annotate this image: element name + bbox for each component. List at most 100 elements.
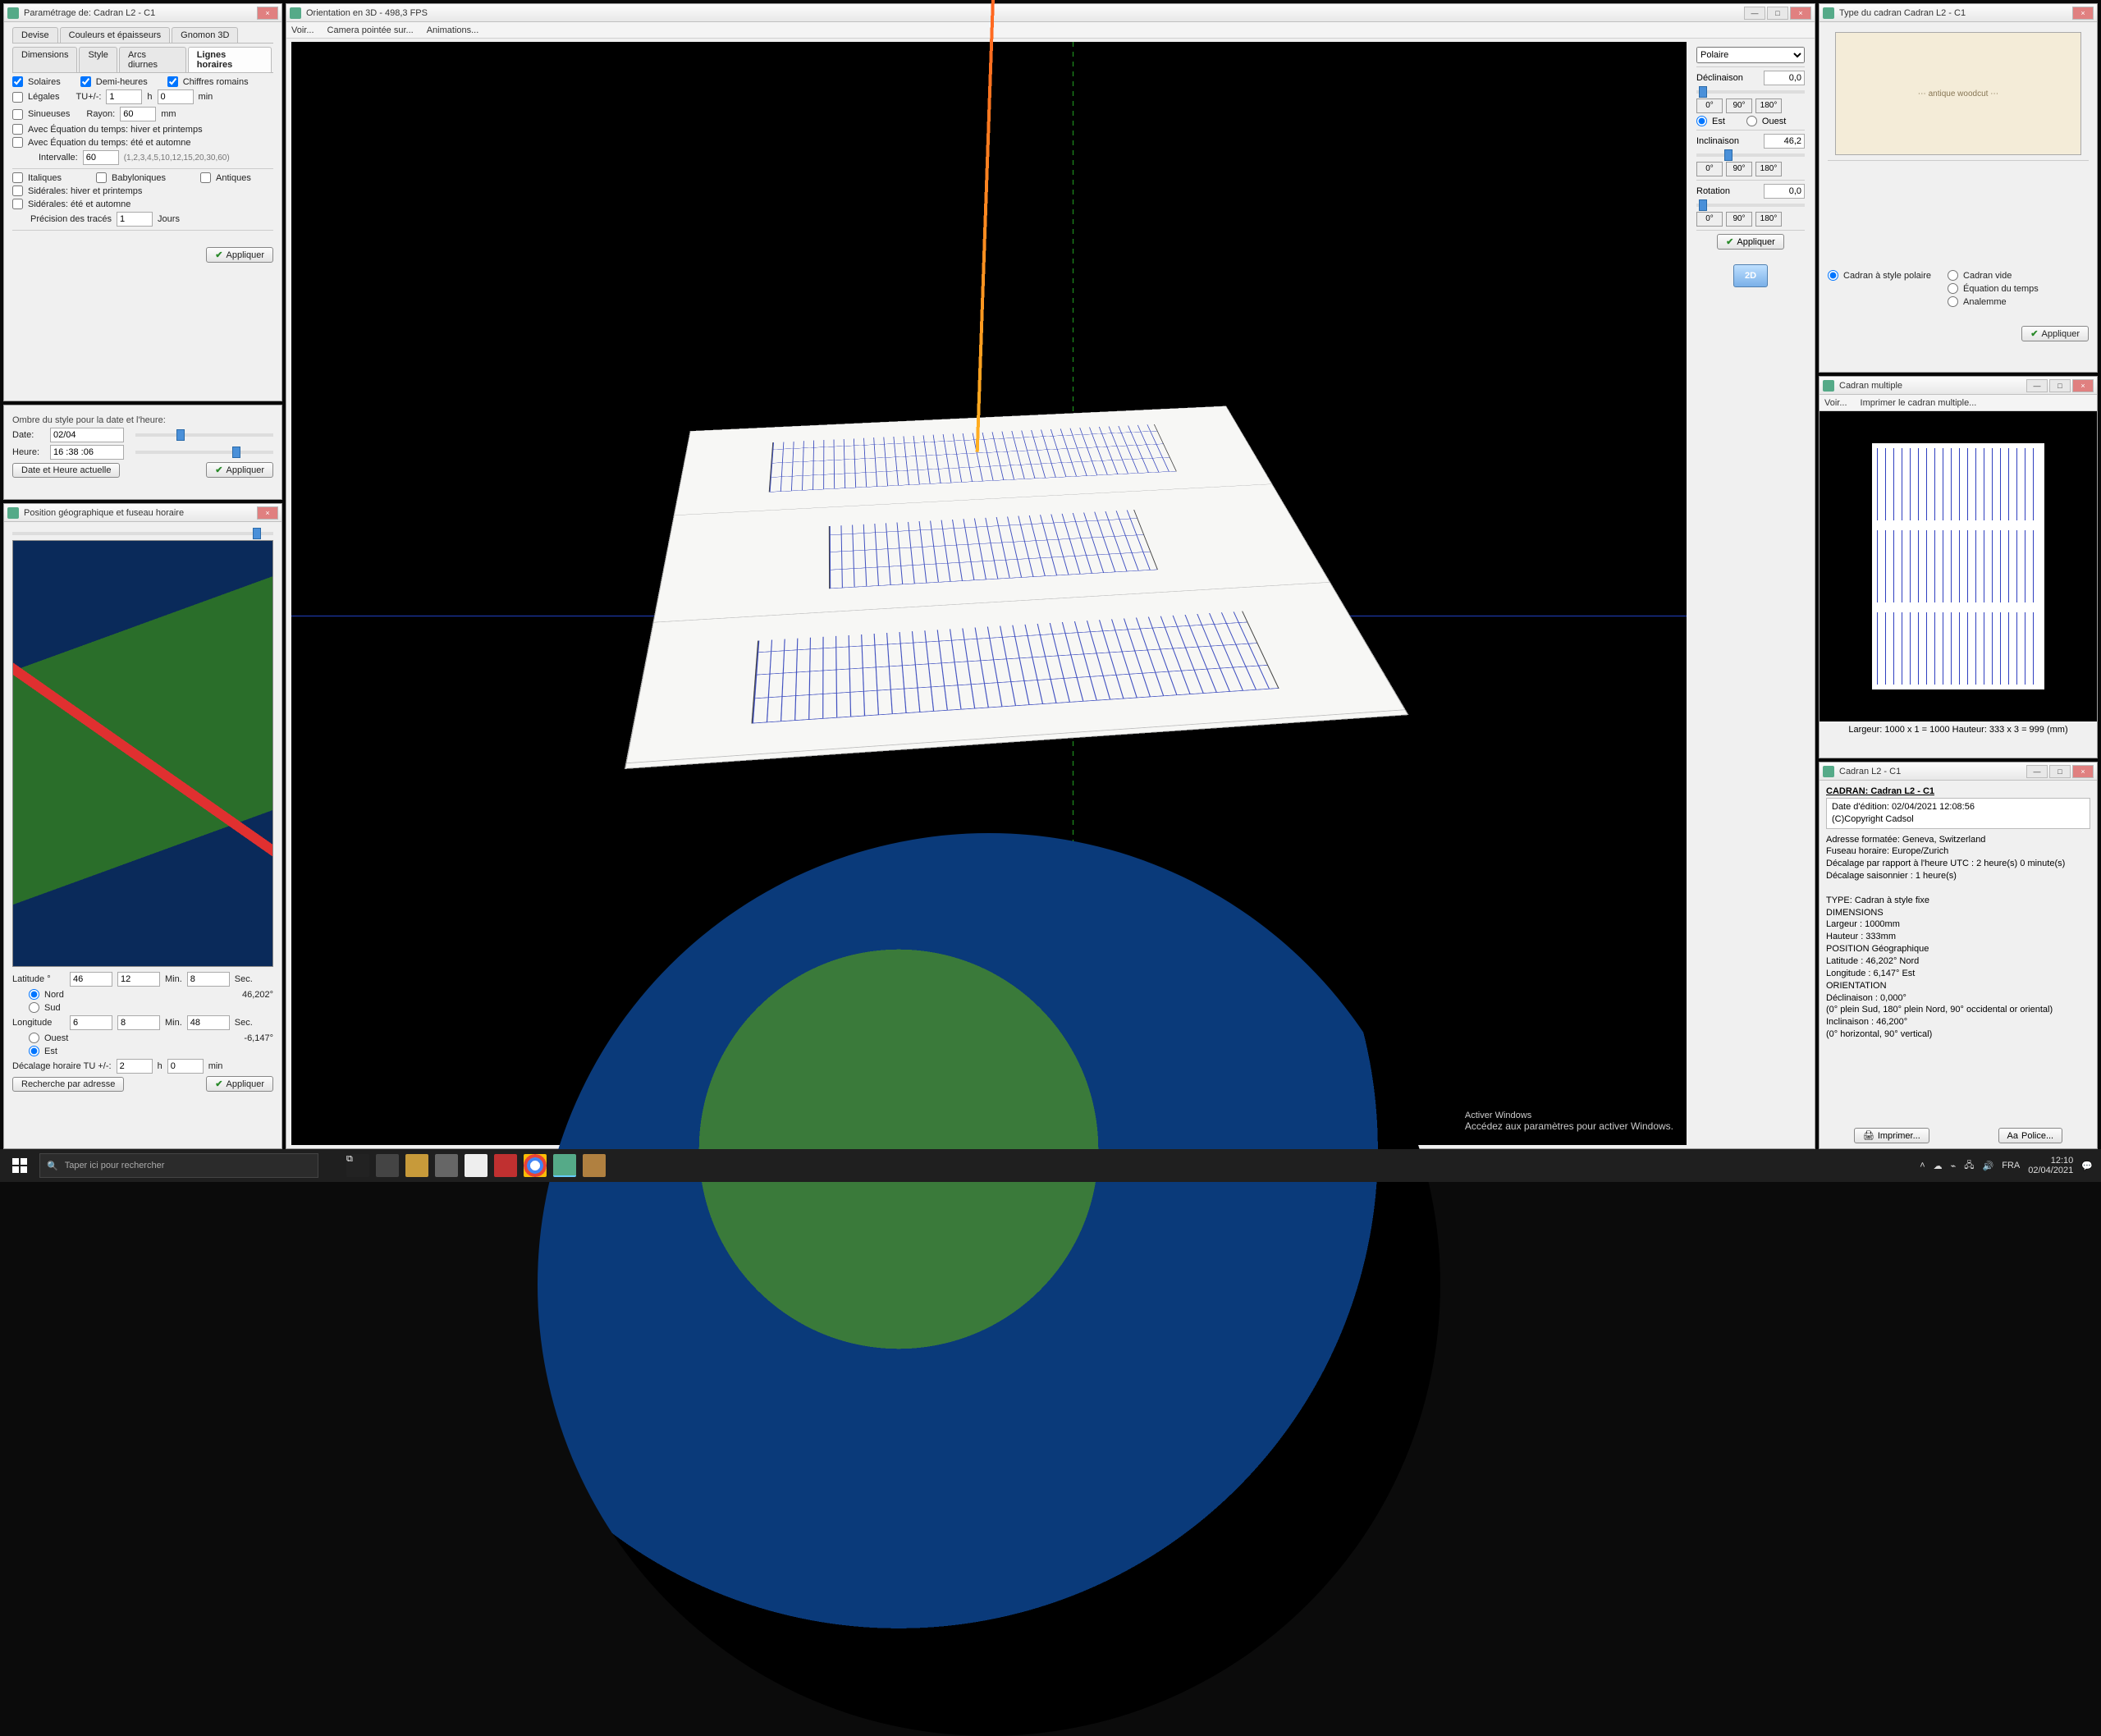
input-lon-d[interactable]	[70, 1015, 112, 1030]
radio-analemme[interactable]	[1948, 296, 1958, 307]
tab-arcs[interactable]: Arcs diurnes	[119, 47, 186, 72]
system-tray[interactable]: ˄ ☁ ⌁ 🖧 🔊 FRA 12:10 02/04/2021 💬	[1911, 1156, 2101, 1175]
close-icon[interactable]: ×	[257, 506, 278, 520]
btn-date-now[interactable]: Date et Heure actuelle	[12, 463, 120, 478]
btn-incl-90[interactable]: 90°	[1726, 162, 1752, 176]
chk-antiques[interactable]	[200, 172, 211, 183]
taskbar-app-dx[interactable]	[494, 1154, 517, 1177]
btn-decl-0[interactable]: 0°	[1696, 98, 1723, 113]
btn-rot-180[interactable]: 180°	[1755, 212, 1782, 227]
minimize-icon[interactable]: —	[2026, 379, 2048, 392]
input-lat-d[interactable]	[70, 972, 112, 987]
taskbar-search[interactable]: 🔍 Taper ici pour rechercher	[39, 1153, 318, 1178]
close-icon[interactable]: ×	[2072, 765, 2094, 778]
slider-geo-top[interactable]	[12, 532, 273, 535]
slider-date[interactable]	[135, 433, 273, 437]
tray-cloud-icon[interactable]: ☁	[1934, 1161, 1943, 1171]
tray-bt-icon[interactable]: ⌁	[1951, 1161, 1957, 1171]
input-heure[interactable]	[50, 445, 124, 460]
tab-gnomon3d[interactable]: Gnomon 3D	[172, 27, 238, 43]
close-icon[interactable]: ×	[2072, 379, 2094, 392]
maximize-icon[interactable]: □	[1767, 7, 1788, 20]
select-forme[interactable]: Polaire	[1696, 47, 1805, 63]
chk-sid-ete[interactable]	[12, 199, 23, 209]
titlebar-multiple[interactable]: Cadran multiple — □ ×	[1819, 377, 2097, 395]
titlebar-3d[interactable]: Orientation en 3D - 498,3 FPS — □ ×	[286, 4, 1815, 22]
menu-voir[interactable]: Voir...	[291, 25, 314, 35]
radio-eq-temps[interactable]	[1948, 283, 1958, 294]
minimize-icon[interactable]: —	[1744, 7, 1765, 20]
minimize-icon[interactable]: —	[2026, 765, 2048, 778]
chk-eq-ete[interactable]	[12, 137, 23, 148]
btn-rot-0[interactable]: 0°	[1696, 212, 1723, 227]
menu-animations[interactable]: Animations...	[427, 25, 479, 35]
input-rayon[interactable]	[120, 107, 156, 121]
input-dec-m[interactable]	[167, 1059, 204, 1074]
radio-sud[interactable]	[29, 1002, 39, 1013]
btn-decl-90[interactable]: 90°	[1726, 98, 1752, 113]
maximize-icon[interactable]: □	[2049, 765, 2071, 778]
titlebar-geo[interactable]: Position géographique et fuseau horaire …	[4, 504, 282, 522]
btn-appliquer-type[interactable]: ✔Appliquer	[2021, 326, 2089, 341]
map-europe[interactable]	[12, 540, 273, 967]
input-tu-h[interactable]	[106, 89, 142, 104]
btn-incl-180[interactable]: 180°	[1755, 162, 1782, 176]
input-declinaison[interactable]	[1764, 71, 1805, 85]
chk-italiques[interactable]	[12, 172, 23, 183]
chk-solaires[interactable]	[12, 76, 23, 87]
radio-ouest[interactable]	[29, 1033, 39, 1043]
chk-sinueuses[interactable]	[12, 109, 23, 120]
slider-heure[interactable]	[135, 451, 273, 454]
close-icon[interactable]: ×	[2072, 7, 2094, 20]
btn-imprimer[interactable]: 🖨 Imprimer...	[1854, 1128, 1929, 1143]
chk-chiffres[interactable]	[167, 76, 178, 87]
tray-lang[interactable]: FRA	[2002, 1161, 2020, 1170]
viewport-3d[interactable]: Activer Windows Accédez aux paramètres p…	[291, 42, 1687, 1145]
btn-appliquer-param[interactable]: ✔Appliquer	[206, 247, 273, 263]
tab-lignes-horaires[interactable]: Lignes horaires	[188, 47, 272, 72]
radio-est[interactable]	[1696, 116, 1707, 126]
chk-legales[interactable]	[12, 92, 23, 103]
chk-babylon[interactable]	[96, 172, 107, 183]
tab-style[interactable]: Style	[79, 47, 117, 72]
slider-inclinaison[interactable]	[1696, 153, 1805, 157]
menu-camera[interactable]: Camera pointée sur...	[327, 25, 414, 35]
tab-dimensions[interactable]: Dimensions	[12, 47, 77, 72]
input-lat-s[interactable]	[187, 972, 230, 987]
taskbar-app-explorer[interactable]	[405, 1154, 428, 1177]
input-rotation[interactable]	[1764, 184, 1805, 199]
input-date[interactable]	[50, 428, 124, 442]
titlebar-parametrage[interactable]: Paramétrage de: Cadran L2 - C1 ×	[4, 4, 282, 22]
chk-sid-hiver[interactable]	[12, 186, 23, 196]
input-precision[interactable]	[117, 212, 153, 227]
btn-decl-180[interactable]: 180°	[1755, 98, 1782, 113]
radio-est[interactable]	[29, 1046, 39, 1056]
input-intervalle[interactable]	[83, 150, 119, 165]
start-button[interactable]	[0, 1149, 39, 1182]
slider-declinaison[interactable]	[1696, 90, 1805, 94]
menu-voir[interactable]: Voir...	[1824, 398, 1847, 408]
preview-2d[interactable]	[1819, 411, 2097, 721]
btn-search-address[interactable]: Recherche par adresse	[12, 1077, 124, 1092]
input-dec-h[interactable]	[117, 1059, 153, 1074]
chk-demiheures[interactable]	[80, 76, 91, 87]
input-inclinaison[interactable]	[1764, 134, 1805, 149]
tab-couleurs[interactable]: Couleurs et épaisseurs	[60, 27, 171, 43]
input-tu-m[interactable]	[158, 89, 194, 104]
slider-rotation[interactable]	[1696, 204, 1805, 207]
btn-incl-0[interactable]: 0°	[1696, 162, 1723, 176]
taskbar-clock[interactable]: 12:10 02/04/2021	[2028, 1156, 2073, 1175]
menu-imprimer[interactable]: Imprimer le cadran multiple...	[1861, 398, 1977, 408]
taskbar-app-tool[interactable]	[583, 1154, 606, 1177]
tray-vol-icon[interactable]: 🔊	[1983, 1161, 1994, 1171]
taskview-icon[interactable]: ⧉	[346, 1154, 369, 1177]
taskbar-app-1[interactable]	[376, 1154, 399, 1177]
titlebar-type[interactable]: Type du cadran Cadran L2 - C1 ×	[1819, 4, 2097, 22]
radio-ouest[interactable]	[1746, 116, 1757, 126]
close-icon[interactable]: ×	[257, 7, 278, 20]
btn-appliquer-orient[interactable]: ✔Appliquer	[1717, 234, 1784, 250]
btn-appliquer-ombre[interactable]: ✔Appliquer	[206, 462, 273, 478]
maximize-icon[interactable]: □	[2049, 379, 2071, 392]
taskbar-app-chrome[interactable]	[524, 1154, 547, 1177]
input-lon-m[interactable]	[117, 1015, 160, 1030]
